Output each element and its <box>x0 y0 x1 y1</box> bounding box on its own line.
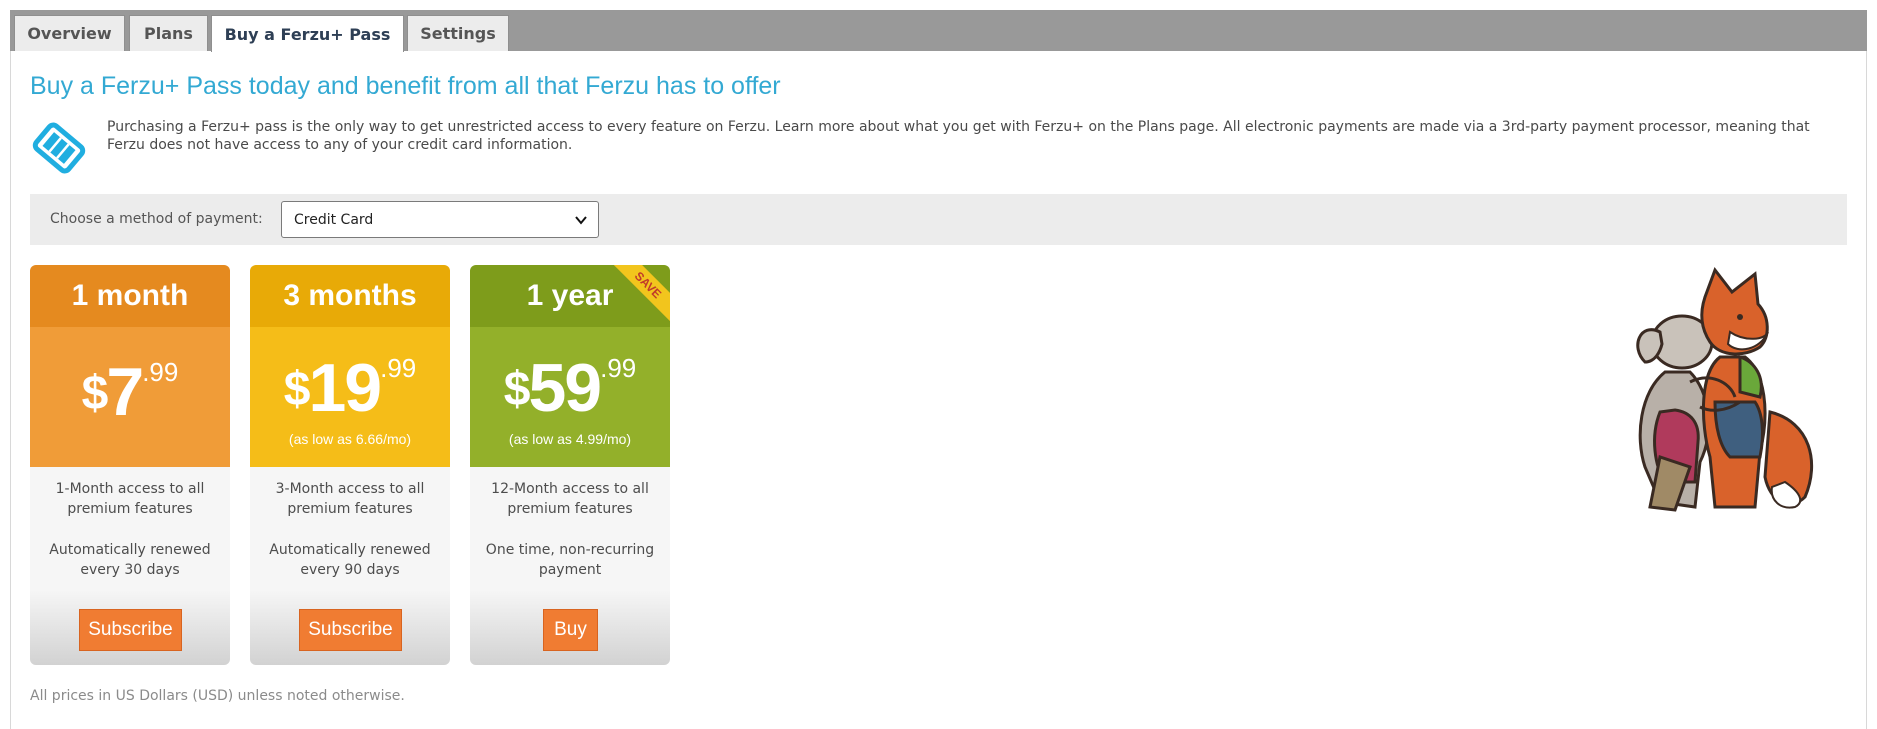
plan-price: $7.99 <box>30 353 230 431</box>
plan-card-1-year: 1 year $59.99 (as low as 4.99/mo) SAVE 1… <box>470 265 670 665</box>
tab-overview[interactable]: Overview <box>14 15 125 51</box>
payment-method-value: Credit Card <box>294 211 374 228</box>
tab-bar: Overview Plans Buy a Ferzu+ Pass Setting… <box>10 10 1867 52</box>
plan-renewal-text: Automatically renewed every 90 days <box>269 542 431 578</box>
plan-access-text: 12-Month access to all premium features <box>491 481 649 517</box>
plan-price-panel: $19.99 (as low as 6.66/mo) <box>250 327 450 467</box>
fox-and-rabbit-mascot <box>1636 266 1814 512</box>
plan-price-panel: $7.99 <box>30 327 230 467</box>
price-whole: 7 <box>106 354 144 430</box>
plan-per-month: (as low as 6.66/mo) <box>288 431 412 447</box>
payment-method-bar: Choose a method of payment: Credit Card <box>30 194 1847 245</box>
page-title: Buy a Ferzu+ Pass today and benefit from… <box>30 72 781 100</box>
price-cents: .99 <box>380 353 417 383</box>
price-whole: 59 <box>528 350 602 426</box>
payment-method-select[interactable]: Credit Card <box>281 201 599 238</box>
plan-title: 3 months <box>250 265 450 327</box>
chevron-down-icon <box>575 216 587 225</box>
payment-method-label: Choose a method of payment: <box>50 211 263 227</box>
plan-title: 1 month <box>30 265 230 327</box>
price-currency: $ <box>283 363 311 416</box>
subscribe-1-month-button[interactable]: Subscribe <box>79 609 182 651</box>
plan-access-text: 3-Month access to all premium features <box>275 481 425 517</box>
currency-footnote: All prices in US Dollars (USD) unless no… <box>30 688 405 704</box>
plan-renewal-text: Automatically renewed every 30 days <box>49 542 211 578</box>
intro-text: Purchasing a Ferzu+ pass is the only way… <box>107 119 1810 153</box>
tab-plans[interactable]: Plans <box>129 15 208 51</box>
buy-1-year-button[interactable]: Buy <box>543 609 598 651</box>
price-currency: $ <box>81 367 109 420</box>
plan-renewal-text: One time, non-recurring payment <box>485 542 655 578</box>
price-whole: 19 <box>308 350 382 426</box>
plan-price-panel: $59.99 (as low as 4.99/mo) <box>470 327 670 467</box>
plan-access-text: 1-Month access to all premium features <box>55 481 205 517</box>
tab-buy-pass[interactable]: Buy a Ferzu+ Pass <box>211 15 404 52</box>
plan-price: $59.99 <box>470 349 670 427</box>
subscribe-3-months-button[interactable]: Subscribe <box>299 609 402 651</box>
plan-card-1-month: 1 month $7.99 1-Month access to all prem… <box>30 265 230 665</box>
price-currency: $ <box>503 363 531 416</box>
plan-price: $19.99 <box>250 349 450 427</box>
plan-card-3-months: 3 months $19.99 (as low as 6.66/mo) 3-Mo… <box>250 265 450 665</box>
price-cents: .99 <box>142 357 179 387</box>
price-cents: .99 <box>600 353 637 383</box>
ticket-icon <box>32 122 86 174</box>
plan-per-month: (as low as 4.99/mo) <box>508 431 632 447</box>
tab-settings[interactable]: Settings <box>407 15 509 51</box>
